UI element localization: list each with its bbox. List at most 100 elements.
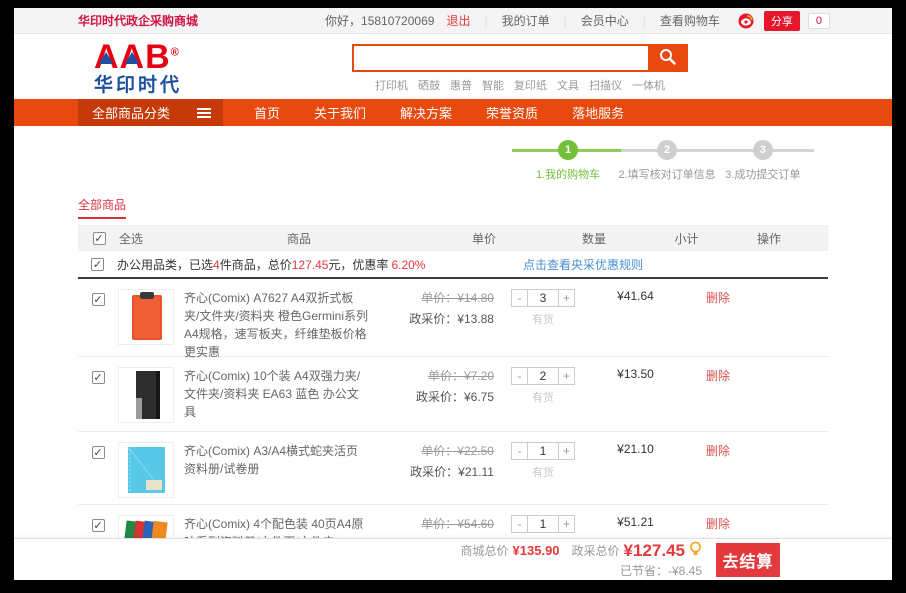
divider: | <box>637 14 652 28</box>
nav-item-services[interactable]: 落地服务 <box>555 103 641 122</box>
hot-keyword[interactable]: 一体机 <box>632 77 665 93</box>
saved-line: 已节省：-¥8.45 <box>461 562 702 579</box>
share-count-badge[interactable]: 0 <box>808 13 830 29</box>
product-title-link[interactable]: 齐心(Comix) 10个装 A4双强力夹/文件夹/资料夹 EA63 蓝色 办公… <box>184 367 368 431</box>
delete-item-link[interactable]: 删除 <box>706 517 730 531</box>
nav-item-honors[interactable]: 荣誉资质 <box>469 103 555 122</box>
step-dot: 2 <box>657 140 677 160</box>
hot-keyword[interactable]: 扫描仪 <box>589 77 622 93</box>
view-cart-link[interactable]: 查看购物车 <box>660 12 720 29</box>
qty-decrease-button[interactable]: - <box>511 515 528 533</box>
site-title: 华印时代政企采购商城 <box>78 12 198 29</box>
registered-mark: ® <box>171 47 180 59</box>
discount-rules-link[interactable]: 点击查看央采优惠规则 <box>523 256 643 273</box>
share-button[interactable]: 分享 <box>764 11 800 31</box>
hot-keyword[interactable]: 惠普 <box>450 77 472 93</box>
weibo-share-icon[interactable] <box>738 13 754 29</box>
unit-price: 单价：¥14.80 <box>368 289 494 306</box>
cart-item-row: ✓ 齐心(Comix) A7627 A4双折式板夹/文件夹/资料夹 橙色Germ… <box>78 279 828 357</box>
product-title-link[interactable]: 齐心(Comix) A3/A4横式蛇夹活页资料册/试卷册 <box>184 442 368 504</box>
delete-item-link[interactable]: 删除 <box>706 291 730 305</box>
qty-decrease-button[interactable]: - <box>511 442 528 460</box>
col-header-unit-price: 单价 <box>419 230 549 247</box>
product-image-clipboard[interactable] <box>118 289 174 345</box>
bulb-icon[interactable] <box>689 541 702 560</box>
price-column: 单价：¥54.60 政采价：¥51.21 <box>368 515 498 538</box>
col-header-action: 操作 <box>734 230 804 247</box>
hot-keyword[interactable]: 硒鼓 <box>418 77 440 93</box>
quantity-stepper: - 1 + <box>511 515 575 533</box>
cart-table-header: ✓ 全选 商品 单价 数量 小计 操作 <box>78 225 828 251</box>
stock-status: 有货 <box>532 464 554 480</box>
logout-link[interactable]: 退出 <box>446 12 470 29</box>
qty-value[interactable]: 3 <box>528 289 558 307</box>
product-title-link[interactable]: 齐心(Comix) 4个配色装 40页A4原味系列资料册/文件页/文件夹 A69… <box>184 515 368 538</box>
search-input[interactable] <box>354 46 648 70</box>
select-all-checkbox[interactable]: ✓ <box>93 232 106 245</box>
step-label: 2.填写核对订单信息 <box>612 166 722 182</box>
gov-price: 政采价：¥13.88 <box>368 310 494 327</box>
item-checkbox[interactable]: ✓ <box>92 519 105 532</box>
price-column: 单价：¥14.80 政采价：¥13.88 <box>368 289 498 356</box>
delete-item-link[interactable]: 删除 <box>706 369 730 383</box>
qty-decrease-button[interactable]: - <box>511 289 528 307</box>
qty-value[interactable]: 1 <box>528 442 558 460</box>
delete-item-link[interactable]: 删除 <box>706 444 730 458</box>
qty-increase-button[interactable]: + <box>558 515 575 533</box>
item-subtotal: ¥21.10 <box>588 442 683 504</box>
qty-value[interactable]: 2 <box>528 367 558 385</box>
item-subtotal: ¥51.21 <box>588 515 683 538</box>
qty-increase-button[interactable]: + <box>558 289 575 307</box>
cart-item-row: ✓ 齐心(Comix) 10个装 A4双强力夹/文件夹/资料夹 EA63 蓝色 … <box>78 357 828 432</box>
page: 华印时代政企采购商城 你好，15810720069 退出 | 我的订单 | 会员… <box>14 8 892 580</box>
mall-total-value: ¥135.90 <box>513 543 560 558</box>
item-checkbox[interactable]: ✓ <box>92 293 105 306</box>
search-button[interactable] <box>648 46 686 70</box>
quantity-column: - 3 + 有货 <box>498 289 588 356</box>
hot-keyword[interactable]: 文具 <box>557 77 579 93</box>
stock-status: 有货 <box>532 311 554 327</box>
item-checkbox[interactable]: ✓ <box>92 371 105 384</box>
nav-items: 首页 关于我们 解决方案 荣誉资质 落地服务 <box>237 99 641 126</box>
my-orders-link[interactable]: 我的订单 <box>502 12 550 29</box>
member-center-link[interactable]: 会员中心 <box>581 12 629 29</box>
nav-item-home[interactable]: 首页 <box>237 103 297 122</box>
hot-keyword[interactable]: 打印机 <box>375 77 408 93</box>
col-header-quantity: 数量 <box>549 230 639 247</box>
step-confirm: 2 2.填写核对订单信息 <box>612 140 722 182</box>
price-column: 单价：¥7.20 政采价：¥6.75 <box>368 367 498 431</box>
divider: | <box>478 14 493 28</box>
step-label: 3.成功提交订单 <box>708 166 818 182</box>
search-box <box>352 44 688 72</box>
quantity-stepper: - 1 + <box>511 442 575 460</box>
nav-item-about[interactable]: 关于我们 <box>297 103 383 122</box>
nav-item-solutions[interactable]: 解决方案 <box>383 103 469 122</box>
product-image-black-folder[interactable] <box>118 367 174 423</box>
tab-all-products[interactable]: 全部商品 <box>78 196 126 219</box>
product-image-blue-binder[interactable] <box>118 442 174 498</box>
item-checkbox[interactable]: ✓ <box>92 446 105 459</box>
quantity-stepper: - 2 + <box>511 367 575 385</box>
saved-value: -¥8.45 <box>668 564 702 578</box>
hot-keyword[interactable]: 复印纸 <box>514 77 547 93</box>
divider: | <box>558 14 573 28</box>
qty-value[interactable]: 1 <box>528 515 558 533</box>
hot-keyword[interactable]: 智能 <box>482 77 504 93</box>
product-title-link[interactable]: 齐心(Comix) A7627 A4双折式板夹/文件夹/资料夹 橙色Germin… <box>184 289 368 356</box>
topbar-right: 你好，15810720069 退出 | 我的订单 | 会员中心 | 查看购物车 … <box>325 11 830 31</box>
qty-decrease-button[interactable]: - <box>511 367 528 385</box>
category-summary-row: ✓ 办公用品类，已选4件商品，总价127.45元，优惠率6.20% 点击查看央采… <box>78 251 828 279</box>
gov-total-value: ¥127.45 <box>624 541 685 561</box>
main-content: 1 1.我的购物车 2 2.填写核对订单信息 3 3.成功提交订单 全部商品 ✓… <box>14 126 892 538</box>
all-categories-button[interactable]: 全部商品分类 <box>78 99 223 126</box>
main-nav: 全部商品分类 首页 关于我们 解决方案 荣誉资质 落地服务 <box>14 99 892 126</box>
saved-label: 已节省： <box>620 564 668 578</box>
qty-increase-button[interactable]: + <box>558 442 575 460</box>
logo[interactable]: AAB® 华印时代 <box>94 40 182 95</box>
checkout-button[interactable]: 去结算 <box>716 543 780 577</box>
totals: 商城总价 ¥135.90 政采总价 ¥127.45 已节省：-¥8.45 <box>461 541 702 579</box>
qty-increase-button[interactable]: + <box>558 367 575 385</box>
product-image-color-folders[interactable] <box>118 515 174 538</box>
category-checkbox[interactable]: ✓ <box>91 258 104 271</box>
gov-price: 政采价：¥21.11 <box>368 463 494 480</box>
